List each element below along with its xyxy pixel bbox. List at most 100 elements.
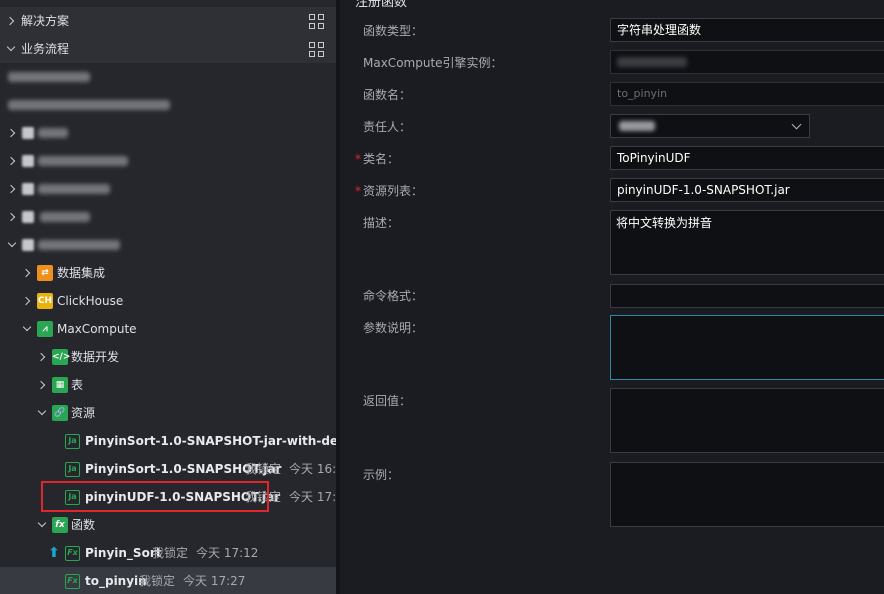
tree-section-solutions[interactable]: 解决方案 — [0, 7, 336, 35]
example-textarea[interactable] — [610, 462, 884, 527]
workflow-item[interactable] — [0, 147, 336, 175]
workflow-icon — [22, 239, 34, 251]
chevron-right-icon[interactable] — [36, 343, 48, 371]
node-label: 函数 — [71, 518, 96, 532]
owner-select[interactable] — [610, 114, 810, 138]
function-item[interactable]: ⬆ Fx Pinyin_Sort 我锁定 今天 17:12 — [0, 539, 336, 567]
data-integration-icon: ⇄ — [37, 265, 53, 281]
workflow-icon — [22, 127, 34, 139]
clickhouse-icon: CH — [37, 293, 53, 309]
tree-section-workflow[interactable]: 业务流程 — [0, 35, 336, 63]
function-type-select[interactable]: 字符串处理函数 — [610, 18, 884, 42]
chevron-right-icon[interactable] — [6, 119, 18, 147]
function-name: to_pinyin — [85, 574, 147, 588]
table-icon: ▦ — [52, 377, 68, 393]
function-file-icon: Fx — [65, 546, 80, 561]
tree-node-data-integration[interactable]: ⇄ 数据集成 — [0, 259, 336, 287]
function-item-selected[interactable]: Fx to_pinyin 我锁定 今天 17:27 — [0, 567, 336, 594]
resource-name: PinyinSort-1.0-SNAPSHOT-jar-with-depende… — [85, 434, 336, 448]
chevron-right-icon[interactable] — [6, 147, 18, 175]
node-label: 数据开发 — [71, 350, 120, 364]
description-label: 描述： — [363, 216, 400, 230]
resource-item[interactable]: Ja PinyinSort-1.0-SNAPSHOT.jar 我锁定 今天 16… — [0, 455, 336, 483]
jar-file-icon: Ja — [65, 434, 80, 449]
form-title: 注册函数 — [355, 0, 408, 10]
workflow-item-expanded[interactable] — [0, 231, 336, 259]
modified-time: 今天 16:56 — [289, 462, 336, 476]
tree-node-functions[interactable]: fx 函数 — [0, 511, 336, 539]
redacted-name — [8, 100, 170, 110]
tree-node-data-dev[interactable]: </> 数据开发 — [0, 343, 336, 371]
node-label: 数据集成 — [57, 266, 106, 280]
redacted-value — [617, 57, 687, 67]
param-desc-label: 参数说明： — [363, 321, 424, 335]
workflow-item[interactable] — [0, 91, 336, 119]
chevron-down-icon[interactable] — [5, 35, 17, 63]
code-icon: </> — [52, 349, 70, 365]
function-name-field: to_pinyin — [610, 82, 884, 106]
redacted-value — [619, 121, 655, 131]
function-icon: fx — [52, 517, 68, 533]
chevron-down-icon[interactable] — [6, 231, 18, 259]
workflow-item[interactable] — [0, 119, 336, 147]
tree-node-resources[interactable]: 🔗 资源 — [0, 399, 336, 427]
node-label: 资源 — [71, 406, 96, 420]
jar-file-icon: Ja — [65, 462, 80, 477]
chevron-right-icon[interactable] — [5, 7, 17, 35]
redacted-name — [40, 212, 90, 222]
maxcompute-engine-field — [610, 50, 884, 74]
section-label: 业务流程 — [21, 42, 70, 56]
maxcompute-icon: ⩘ — [37, 321, 53, 337]
node-label: MaxCompute — [57, 322, 137, 336]
chevron-right-icon[interactable] — [36, 371, 48, 399]
tree-node-clickhouse[interactable]: CH ClickHouse — [0, 287, 336, 315]
workspace-tree-panel: 解决方案 业务流程 ⇄ 数据集成 CH ClickHouse ⩘ MaxComp… — [0, 0, 336, 594]
grid-view-icon[interactable] — [309, 42, 324, 57]
upload-icon: ⬆ — [48, 545, 60, 561]
redacted-name — [38, 128, 68, 138]
class-name-input[interactable]: ToPinyinUDF — [610, 146, 884, 170]
class-name-label: 类名： — [363, 152, 400, 166]
function-name-label: 函数名： — [363, 88, 412, 102]
tree-node-table[interactable]: ▦ 表 — [0, 371, 336, 399]
resource-list-label: 资源列表： — [363, 184, 424, 198]
function-file-icon: Fx — [65, 574, 80, 589]
chevron-down-icon[interactable] — [36, 511, 48, 539]
node-label: ClickHouse — [57, 294, 124, 308]
return-value-textarea[interactable] — [610, 388, 884, 453]
lock-status: 我锁定 — [139, 574, 176, 588]
workflow-item[interactable] — [0, 203, 336, 231]
command-format-label: 命令格式： — [363, 289, 424, 303]
chevron-down-icon[interactable] — [791, 119, 802, 130]
return-value-label: 返回值： — [363, 394, 412, 408]
function-type-label: 函数类型： — [363, 24, 424, 38]
param-desc-textarea[interactable] — [610, 315, 884, 380]
chevron-down-icon[interactable] — [36, 399, 48, 427]
lock-status: 我锁定 — [152, 546, 189, 560]
modified-time: 今天 17:27 — [289, 490, 336, 504]
link-icon: 🔗 — [52, 405, 68, 421]
command-format-input[interactable] — [610, 284, 884, 308]
chevron-right-icon[interactable] — [21, 259, 33, 287]
resource-item[interactable]: Ja PinyinSort-1.0-SNAPSHOT-jar-with-depe… — [0, 427, 336, 455]
section-label: 解决方案 — [21, 14, 70, 28]
chevron-right-icon[interactable] — [21, 287, 33, 315]
modified-time: 今天 17:12 — [196, 546, 259, 560]
owner-label: 责任人： — [363, 120, 412, 134]
resource-list-input[interactable]: pinyinUDF-1.0-SNAPSHOT.jar — [610, 178, 884, 202]
workflow-item[interactable] — [0, 175, 336, 203]
workflow-item[interactable] — [0, 63, 336, 91]
grid-view-icon[interactable] — [309, 14, 324, 29]
workflow-icon — [22, 155, 34, 167]
chevron-down-icon[interactable] — [21, 315, 33, 343]
description-textarea[interactable]: 将中文转换为拼音 — [610, 210, 884, 275]
required-mark: * — [355, 152, 361, 166]
tree-node-maxcompute[interactable]: ⩘ MaxCompute — [0, 315, 336, 343]
workflow-icon — [22, 183, 34, 195]
chevron-right-icon[interactable] — [6, 175, 18, 203]
redacted-name — [38, 240, 120, 250]
chevron-right-icon[interactable] — [6, 203, 18, 231]
lock-status: 我锁定 — [245, 462, 282, 476]
redacted-name — [38, 156, 128, 166]
workflow-icon — [22, 211, 34, 223]
